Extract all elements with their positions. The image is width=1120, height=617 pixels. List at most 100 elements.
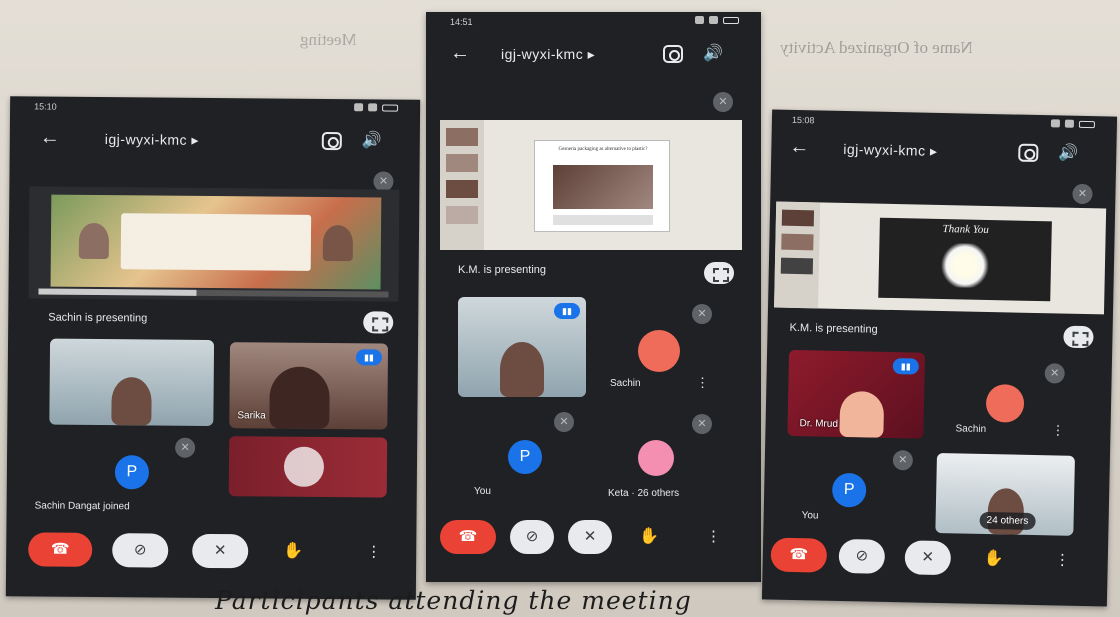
participant-name: Sachin [955, 423, 987, 435]
participant-name: Keta · 26 others [608, 488, 680, 499]
speaking-indicator-icon: ▮▮ [892, 358, 919, 375]
mic-off-icon: ✕ [692, 304, 712, 324]
status-icons [1050, 119, 1096, 128]
current-slide: Gesneria packaging as alternative to pla… [534, 140, 670, 232]
end-call-button[interactable]: ☎ [28, 532, 93, 567]
camera-toggle-button[interactable]: ⊘ [838, 538, 886, 574]
guest-photo-left [78, 222, 110, 260]
switch-camera-icon[interactable] [321, 131, 342, 151]
banner-slide [50, 194, 382, 290]
mic-off-icon: ✕ [1044, 363, 1065, 384]
status-time: 15:08 [791, 114, 815, 126]
self-label: You [474, 486, 491, 497]
end-call-button[interactable]: ☎ [770, 537, 828, 573]
signal-icon [695, 16, 704, 24]
guest-photo-right [322, 224, 354, 262]
speaker-icon[interactable]: 🔊 [362, 130, 382, 150]
slide-text: Thank You [942, 223, 989, 237]
self-avatar: P [831, 472, 867, 508]
self-label: You [801, 510, 819, 522]
join-notification: Sachin Dangat joined [34, 500, 130, 513]
participant-tile-dr-mrud[interactable]: ▮▮ Dr. Mrud [787, 349, 926, 439]
mic-off-icon: ✕ [554, 412, 574, 432]
meeting-code[interactable]: igj-wyxi-kmc ▸ [501, 46, 595, 63]
presenting-label: K.M. is presenting [458, 264, 547, 276]
meeting-code[interactable]: igj-wyxi-kmc ▸ [105, 131, 199, 149]
participant-video [500, 342, 544, 397]
self-avatar: P [508, 440, 542, 474]
camera-toggle-button[interactable]: ⊘ [510, 520, 554, 554]
handwritten-caption: Participants attending the meeting [215, 586, 692, 615]
participant-video [283, 446, 325, 487]
status-bar: 14:51 [426, 12, 761, 34]
status-icons [695, 16, 739, 24]
fullscreen-button[interactable] [704, 262, 734, 284]
battery-icon [382, 103, 399, 112]
call-controls: ☎ ⊘ ✕ ✋ ⋮ [763, 537, 1108, 576]
fullscreen-button[interactable] [363, 311, 394, 334]
fullscreen-button[interactable] [1063, 325, 1094, 349]
participant-name: Sachin [610, 378, 641, 389]
meet-top-bar: ← igj-wyxi-kmc ▸ 🔊 [10, 122, 420, 160]
raise-hand-button[interactable]: ✋ [976, 542, 1011, 577]
back-arrow-icon[interactable]: ← [789, 136, 809, 159]
slide-title: Gesneria packaging as alternative to pla… [558, 147, 648, 152]
mic-off-icon: ✕ [892, 450, 914, 471]
participant-tile[interactable]: ▮▮ [458, 297, 586, 397]
banner-text-area [120, 213, 312, 271]
back-arrow-icon[interactable]: ← [450, 42, 470, 65]
participant-tile[interactable] [228, 436, 388, 498]
raise-hand-button[interactable]: ✋ [276, 535, 310, 569]
sachin-avatar [985, 383, 1025, 423]
signal-icon [1050, 119, 1061, 128]
mic-toggle-button[interactable]: ✕ [192, 533, 249, 569]
back-arrow-icon[interactable]: ← [40, 126, 60, 149]
switch-camera-icon[interactable] [1018, 143, 1039, 163]
more-options-button[interactable]: ⋮ [366, 535, 381, 569]
call-controls: ☎ ⊘ ✕ ✋ ⋮ [6, 532, 416, 569]
presenting-label: K.M. is presenting [789, 321, 878, 336]
shared-screen: Thank You [774, 201, 1107, 315]
more-options-button[interactable]: ⋮ [706, 520, 721, 554]
keta-avatar [638, 440, 674, 476]
wifi-icon [1064, 119, 1075, 128]
current-slide: Thank You [878, 217, 1052, 302]
speaking-indicator-icon: ▮▮ [355, 349, 382, 366]
meet-top-bar: ← igj-wyxi-kmc ▸ 🔊 [426, 38, 761, 72]
participant-video [111, 377, 152, 426]
participant-video [269, 366, 330, 430]
phone-screenshot-2: 14:51 ← igj-wyxi-kmc ▸ 🔊 ✕ Gesneria pack… [426, 12, 761, 582]
mic-toggle-button[interactable]: ✕ [568, 520, 612, 554]
more-options-icon[interactable]: ⋮ [696, 376, 709, 389]
end-call-button[interactable]: ☎ [440, 520, 496, 554]
camera-toggle-button[interactable]: ⊘ [112, 533, 169, 568]
mic-off-icon: ✕ [175, 437, 196, 458]
speaker-icon[interactable]: 🔊 [1058, 142, 1078, 162]
slide-thumbnails [774, 201, 821, 309]
speaker-icon[interactable]: 🔊 [703, 43, 723, 63]
signal-icon [354, 103, 364, 112]
participant-tile-others[interactable]: 24 others [935, 452, 1075, 536]
status-time: 14:51 [450, 17, 473, 27]
switch-camera-icon[interactable] [663, 45, 683, 63]
others-count-pill: 24 others [979, 511, 1036, 531]
mic-off-icon: ✕ [713, 92, 733, 112]
shared-screen [28, 186, 400, 302]
raise-hand-button[interactable]: ✋ [632, 520, 666, 554]
participant-tile-sarika[interactable]: ▮▮ Sarika [229, 342, 389, 430]
participant-name: Dr. Mrud [799, 418, 839, 430]
sachin-avatar [638, 330, 680, 372]
mic-toggle-button[interactable]: ✕ [904, 540, 952, 576]
slide-caption [553, 215, 653, 225]
participant-video [839, 390, 885, 438]
speaking-indicator-icon: ▮▮ [554, 303, 580, 319]
mirrored-heading-text: Name of Organized Activity [780, 38, 973, 57]
more-options-icon[interactable]: ⋮ [1051, 422, 1064, 437]
slide-thumbnails [440, 120, 484, 250]
meeting-code[interactable]: igj-wyxi-kmc ▸ [843, 141, 937, 160]
wifi-icon [709, 16, 718, 24]
presenting-label: Sachin is presenting [48, 311, 148, 325]
more-options-button[interactable]: ⋮ [1054, 543, 1070, 577]
participant-tile[interactable] [49, 338, 215, 427]
battery-icon [723, 16, 739, 24]
